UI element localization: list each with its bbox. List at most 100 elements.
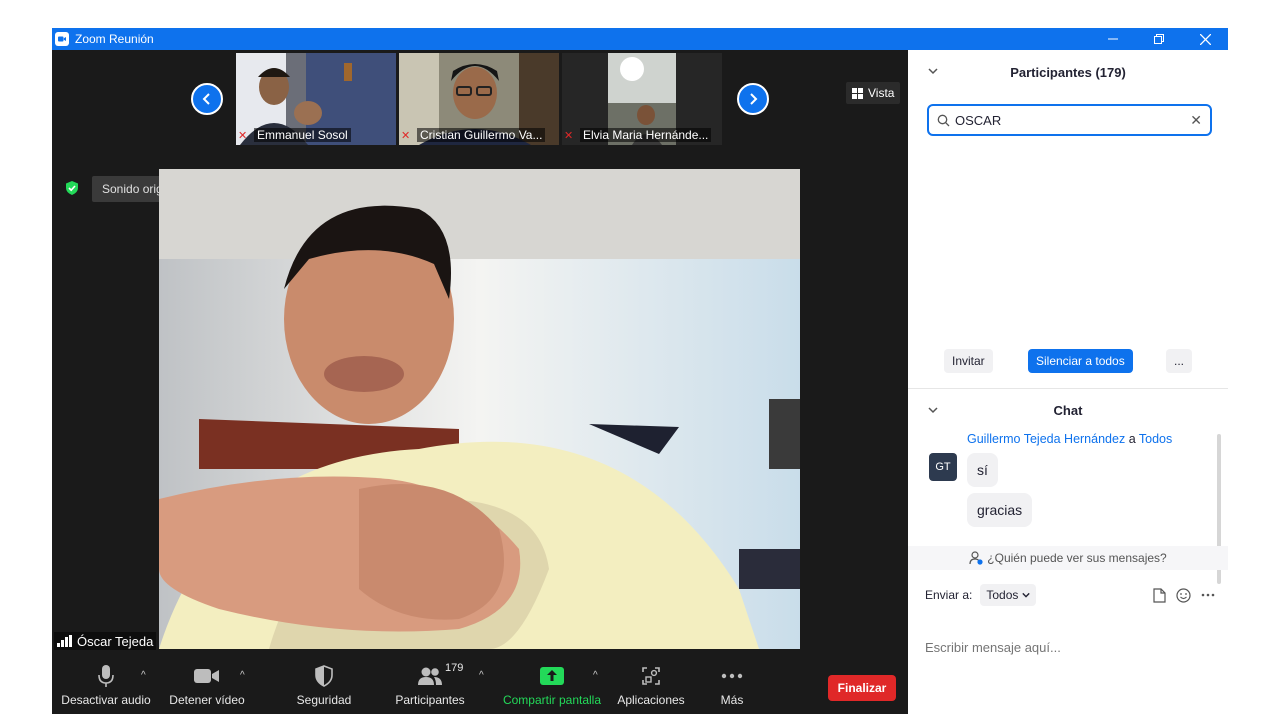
encryption-shield-icon[interactable] [64,180,80,196]
muted-mic-icon: ✕ [401,129,411,142]
active-speaker-video [159,169,800,649]
chevron-left-icon [202,93,210,105]
stop-video-button[interactable]: Detener vídeo [166,656,248,714]
participant-actions: Invitar Silenciar a todos ... [908,349,1228,373]
view-button[interactable]: Vista [846,82,901,104]
participant-search-input[interactable]: OSCAR ✕ [927,104,1212,136]
close-button[interactable] [1182,28,1228,50]
security-button[interactable]: Seguridad [288,656,360,714]
restore-button[interactable] [1136,28,1182,50]
minimize-button[interactable] [1090,28,1136,50]
message-recipient: Todos [1138,432,1173,446]
security-label: Seguridad [296,692,352,707]
gallery-strip: ✕ Emmanuel Sosol ✕ Cristian Guillermo Va… [236,53,722,145]
more-label: Más [720,692,744,707]
message-sender[interactable]: Guillermo Tejeda Hernández [967,432,1125,446]
participants-button[interactable]: 179 Participantes [390,656,470,714]
more-dots-icon [721,673,743,678]
video-camera-icon [194,668,219,683]
muted-mic-icon: ✕ [564,129,574,142]
restore-icon [1154,34,1164,44]
muted-mic-icon: ✕ [238,129,248,142]
apps-icon [642,666,660,685]
stop-video-label: Detener vídeo [169,692,245,707]
shield-icon [315,664,333,687]
chat-header: Chat [908,399,1228,421]
participants-title: Participantes (179) [1010,64,1126,80]
participant-name: Elvia Maria Hernánde... [580,128,712,142]
participants-icon [418,667,442,685]
view-button-label: Vista [868,86,895,100]
clear-search-icon[interactable]: ✕ [1190,112,1202,129]
chat-title: Chat [1053,402,1083,418]
message-connector: a [1128,432,1136,446]
chat-message-input[interactable]: Escribir mensaje aquí... [925,640,1061,655]
gallery-next-button[interactable] [737,83,769,115]
minimize-icon [1108,38,1118,40]
participants-label: Participantes [395,692,465,707]
side-panel: Participantes (179) OSCAR ✕ Invitar Sile… [908,50,1228,692]
signal-strength-icon [57,635,72,647]
zoom-window: Zoom Reunión ✕ Emmanuel Sosol ✕ Cristian… [52,28,1228,714]
search-value: OSCAR [955,112,1002,128]
user-visibility-icon [969,551,983,565]
participants-header: Participantes (179) [908,50,1228,94]
send-to-row: Enviar a: Todos [925,583,1215,607]
video-options-caret[interactable]: ^ [240,670,245,681]
meeting-toolbar: Desactivar audio ^ Detener vídeo ^ Segur… [52,656,908,714]
participant-name: Cristian Guillermo Va... [417,128,546,142]
avatar: GT [929,453,957,481]
speaker-name-tag: Óscar Tejeda [54,632,157,650]
mute-audio-button[interactable]: Desactivar audio [60,656,152,714]
more-dots-icon[interactable] [1201,593,1215,597]
participants-options-caret[interactable]: ^ [479,670,484,681]
speaker-name: Óscar Tejeda [77,633,154,649]
more-button[interactable]: Más [708,656,756,714]
chat-message: sí [967,453,998,487]
close-icon [1199,33,1211,45]
more-options-button[interactable]: ... [1166,349,1193,373]
panel-divider [908,388,1228,389]
file-icon[interactable] [1153,587,1166,603]
title-bar: Zoom Reunión [52,28,1228,50]
share-screen-button[interactable]: Compartir pantalla [500,656,604,714]
send-to-select[interactable]: Todos [980,584,1037,606]
participant-name: Emmanuel Sosol [254,128,351,142]
mute-audio-label: Desactivar audio [61,692,151,707]
participant-thumb-1[interactable]: ✕ Emmanuel Sosol [236,53,396,145]
apps-label: Aplicaciones [617,692,685,707]
participant-thumb-3[interactable]: ✕ Elvia Maria Hernánde... [562,53,722,145]
speaker-video-frame [159,169,800,649]
mute-all-button[interactable]: Silenciar a todos [1028,349,1133,373]
end-meeting-button[interactable]: Finalizar [828,675,896,701]
share-options-caret[interactable]: ^ [593,670,598,681]
who-can-see-label: ¿Quién puede ver sus mensajes? [987,551,1167,565]
zoom-logo-icon [55,32,69,46]
apps-button[interactable]: Aplicaciones [612,656,690,714]
participant-thumb-2[interactable]: ✕ Cristian Guillermo Va... [399,53,559,145]
participant-label: ✕ Emmanuel Sosol [238,127,394,143]
search-icon [937,114,950,126]
chevron-right-icon [750,93,758,105]
send-to-label: Enviar a: [925,588,973,602]
audio-options-caret[interactable]: ^ [141,670,146,681]
share-screen-icon [540,666,564,685]
meeting-area: ✕ Emmanuel Sosol ✕ Cristian Guillermo Va… [52,50,908,714]
share-screen-label: Compartir pantalla [502,692,602,707]
chat-tools [1153,583,1215,607]
message-header: Guillermo Tejeda Hernández a Todos [967,432,1172,446]
emoji-icon[interactable] [1176,587,1191,603]
participants-count: 179 [445,661,464,674]
chevron-down-icon [1022,592,1031,598]
send-to-value: Todos [986,588,1019,602]
chat-message: gracias [967,493,1033,527]
gallery-prev-button[interactable] [191,83,223,115]
who-can-see-messages[interactable]: ¿Quién puede ver sus mensajes? [908,546,1228,570]
window-title: Zoom Reunión [75,32,154,46]
invite-button[interactable]: Invitar [944,349,993,373]
microphone-icon [98,664,114,687]
grid-icon [852,87,863,99]
chevron-down-icon[interactable] [928,66,938,76]
chevron-down-icon[interactable] [928,405,938,415]
participant-label: ✕ Cristian Guillermo Va... [401,127,557,143]
